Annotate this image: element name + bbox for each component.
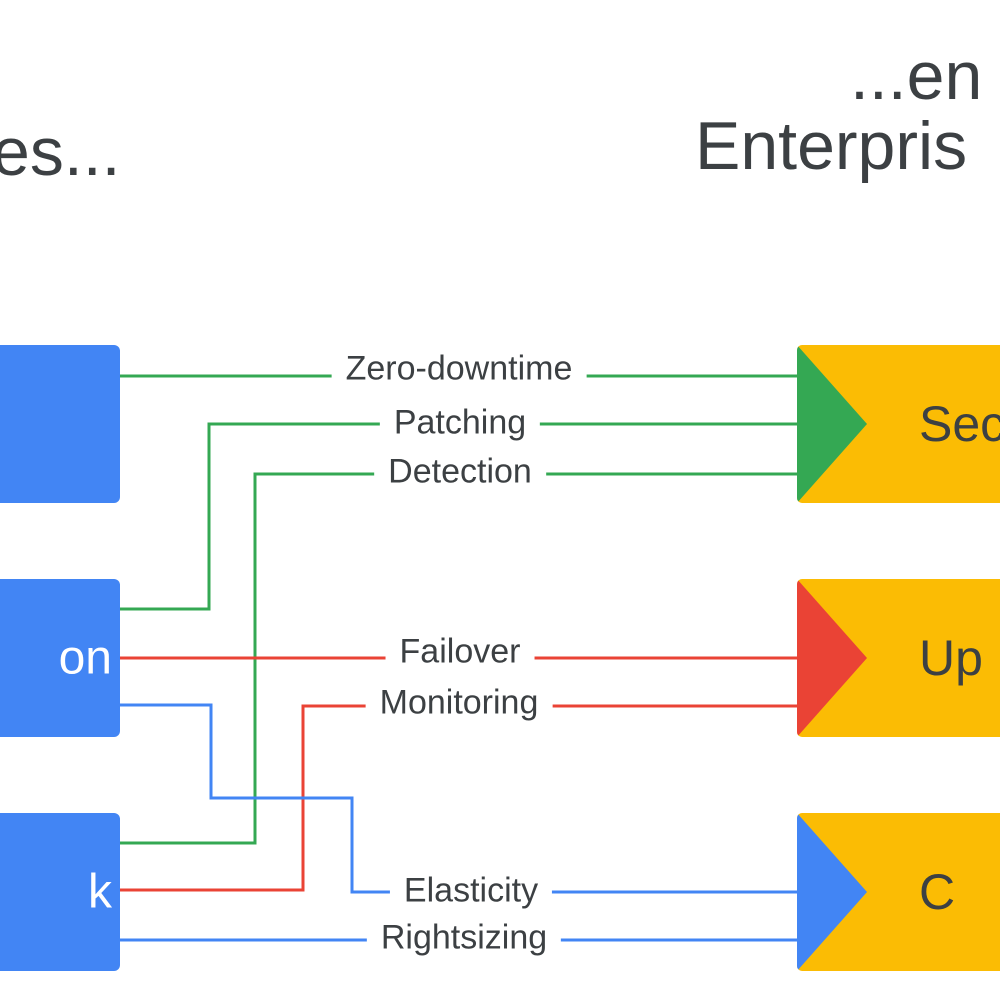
edge-label-patching: Patching bbox=[379, 403, 541, 443]
target-box-cost: C bbox=[797, 813, 1000, 971]
edge-label-rightsizing: Rightsizing bbox=[366, 918, 562, 958]
target-label-security: Sec bbox=[919, 396, 1000, 452]
arrow-chevron-icon bbox=[797, 579, 867, 737]
source-box-3: k bbox=[0, 813, 120, 971]
target-box-security: Sec bbox=[797, 345, 1000, 503]
edge-label-zero-downtime: Zero-downtime bbox=[331, 349, 587, 389]
arrow-chevron-icon bbox=[797, 345, 867, 503]
arrow-chevron-icon bbox=[797, 813, 867, 971]
source-label-3: k bbox=[88, 865, 112, 919]
edge-label-detection: Detection bbox=[374, 452, 546, 492]
target-label-uptime: Up bbox=[919, 630, 983, 686]
source-box-2: on bbox=[0, 579, 120, 737]
edge-label-monitoring: Monitoring bbox=[365, 683, 553, 723]
edge-label-elasticity: Elasticity bbox=[389, 871, 553, 911]
source-box-1 bbox=[0, 345, 120, 503]
edge-label-failover: Failover bbox=[385, 632, 535, 672]
target-label-cost: C bbox=[919, 864, 956, 920]
source-label-2: on bbox=[58, 631, 112, 685]
connector-elasticity bbox=[120, 703, 800, 894]
target-box-uptime: Up bbox=[797, 579, 1000, 737]
